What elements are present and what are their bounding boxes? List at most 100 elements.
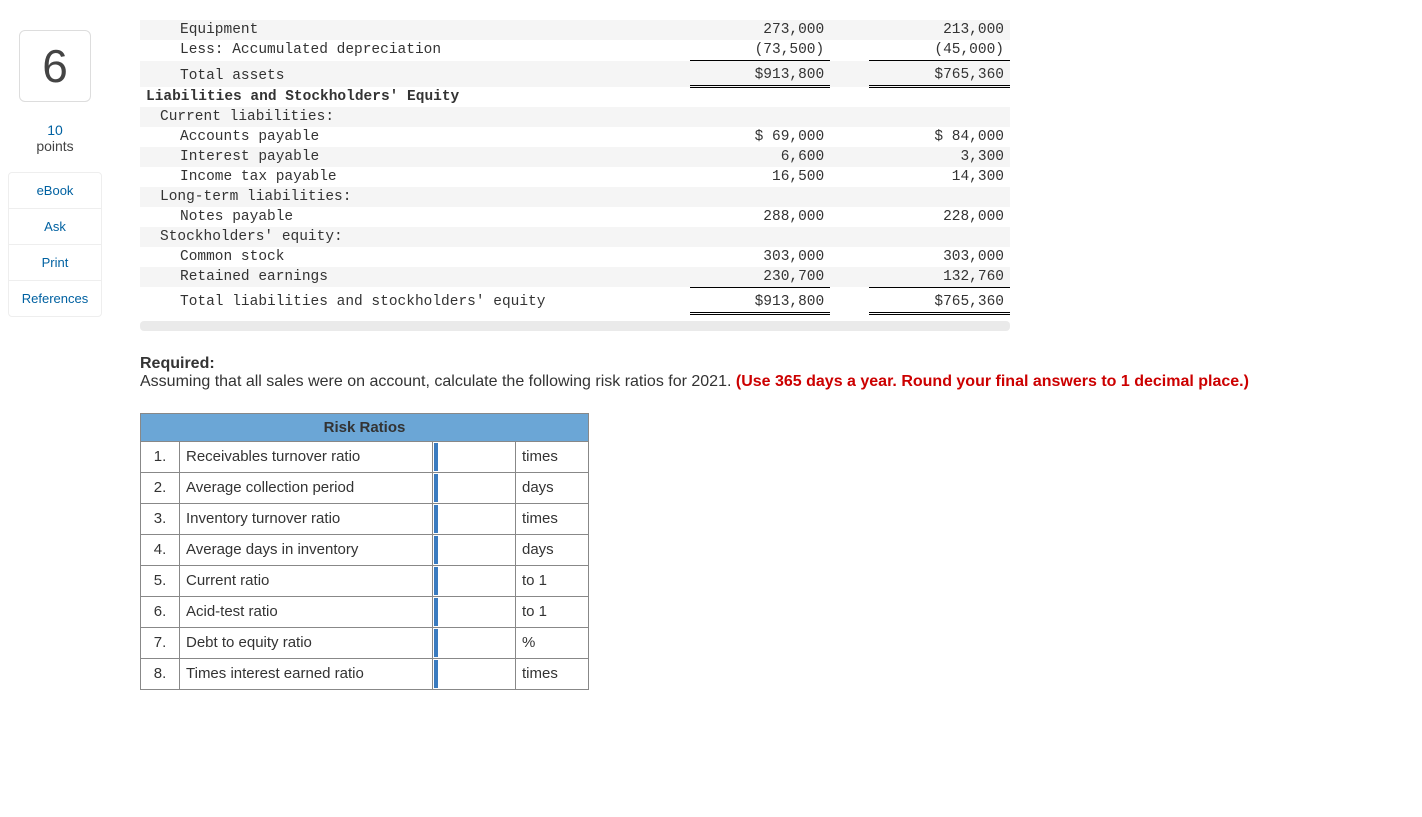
sidebar-link-references[interactable]: References (9, 281, 101, 316)
row-col1: $913,800 (690, 287, 831, 313)
row-col2 (869, 87, 1010, 107)
ratio-input[interactable] (434, 505, 514, 533)
ratio-input-cell (433, 534, 516, 565)
points-block: 10 points (0, 122, 110, 154)
row-col2: $765,360 (869, 287, 1010, 313)
ratio-number: 5. (141, 565, 180, 596)
ratio-input-cell (433, 658, 516, 689)
ratio-row: 2.Average collection period days (141, 472, 589, 503)
ratio-input[interactable] (434, 629, 514, 657)
row-col1: 288,000 (690, 207, 831, 227)
ratio-input[interactable] (434, 660, 514, 688)
table-row: Liabilities and Stockholders' Equity (140, 87, 1010, 107)
ratios-header: Risk Ratios (141, 413, 589, 441)
ratio-label: Inventory turnover ratio (180, 503, 433, 534)
row-col1 (690, 227, 831, 247)
ratio-input[interactable] (434, 536, 514, 564)
risk-ratios-table: Risk Ratios 1.Receivables turnover ratio… (140, 413, 589, 690)
row-description: Current liabilities: (140, 107, 662, 127)
sidebar-link-ask[interactable]: Ask (9, 209, 101, 245)
row-col2: (45,000) (869, 40, 1010, 61)
ratio-unit: to 1 (516, 596, 589, 627)
ratio-input-cell (433, 596, 516, 627)
row-col2: 132,760 (869, 267, 1010, 288)
ratio-input-cell (433, 472, 516, 503)
row-col1: $913,800 (690, 61, 831, 87)
row-col1 (690, 187, 831, 207)
row-col1: 16,500 (690, 167, 831, 187)
ratio-input-cell (433, 503, 516, 534)
table-row: Accounts payable$ 69,000$ 84,000 (140, 127, 1010, 147)
ratio-number: 1. (141, 441, 180, 472)
row-description: Total assets (140, 61, 662, 87)
table-row: Notes payable 288,000 228,000 (140, 207, 1010, 227)
row-col2 (869, 107, 1010, 127)
ratio-label: Average collection period (180, 472, 433, 503)
row-col1: 230,700 (690, 267, 831, 288)
row-col1: 273,000 (690, 20, 831, 40)
table-row: Equipment 273,000 213,000 (140, 20, 1010, 40)
ratio-unit: % (516, 627, 589, 658)
ratio-unit: times (516, 658, 589, 689)
main-content: Equipment273,000213,000Less: Accumulated… (110, 0, 1422, 730)
row-col1: 6,600 (690, 147, 831, 167)
ratio-row: 3.Inventory turnover ratiotimes (141, 503, 589, 534)
table-row: Less: Accumulated depreciation (73,500) (4… (140, 40, 1010, 61)
sidebar-link-ebook[interactable]: eBook (9, 173, 101, 209)
row-col1: $ 69,000 (690, 127, 831, 147)
sidebar-links: eBook Ask Print References (8, 172, 102, 317)
required-text-plain: Assuming that all sales were on account,… (140, 373, 736, 390)
table-row: Common stock 303,000 303,000 (140, 247, 1010, 267)
row-col2: 14,300 (869, 167, 1010, 187)
sidebar-link-print[interactable]: Print (9, 245, 101, 281)
ratio-unit: days (516, 472, 589, 503)
table-row: Retained earnings 230,700 132,760 (140, 267, 1010, 288)
ratio-row: 8.Times interest earned ratio times (141, 658, 589, 689)
ratio-unit: times (516, 441, 589, 472)
required-block: Required: Assuming that all sales were o… (140, 355, 1340, 391)
row-description: Long-term liabilities: (140, 187, 662, 207)
table-row: Current liabilities: (140, 107, 1010, 127)
ratio-row: 7.Debt to equity ratio% (141, 627, 589, 658)
table-row: Interest payable6,6003,300 (140, 147, 1010, 167)
row-description: Equipment (140, 20, 662, 40)
row-description: Less: Accumulated depreciation (140, 40, 662, 61)
ratio-row: 6.Acid-test ratioto 1 (141, 596, 589, 627)
row-col2: 213,000 (869, 20, 1010, 40)
table-row: Stockholders' equity: (140, 227, 1010, 247)
row-description: Retained earnings (140, 267, 662, 288)
ratio-label: Times interest earned ratio (180, 658, 433, 689)
ratio-label: Debt to equity ratio (180, 627, 433, 658)
points-value: 10 (0, 122, 110, 138)
ratio-row: 1.Receivables turnover ratiotimes (141, 441, 589, 472)
table-row: Long-term liabilities: (140, 187, 1010, 207)
row-description: Notes payable (140, 207, 662, 227)
row-description: Stockholders' equity: (140, 227, 662, 247)
ratio-unit: days (516, 534, 589, 565)
row-col2: 228,000 (869, 207, 1010, 227)
ratio-input-cell (433, 565, 516, 596)
ratio-input[interactable] (434, 474, 514, 502)
row-col2: 3,300 (869, 147, 1010, 167)
row-col2: $ 84,000 (869, 127, 1010, 147)
table-scrollbar[interactable] (140, 321, 1010, 331)
row-description: Total liabilities and stockholders' equi… (140, 287, 662, 313)
row-col1 (690, 107, 831, 127)
question-number-box: 6 (19, 30, 91, 102)
sidebar: 6 10 points eBook Ask Print References (0, 0, 110, 730)
row-col1: (73,500) (690, 40, 831, 61)
ratio-number: 8. (141, 658, 180, 689)
row-description: Common stock (140, 247, 662, 267)
row-col1: 303,000 (690, 247, 831, 267)
ratio-label: Current ratio (180, 565, 433, 596)
required-text-red: (Use 365 days a year. Round your final a… (736, 373, 1249, 390)
points-label: points (0, 138, 110, 154)
ratio-number: 2. (141, 472, 180, 503)
ratio-label: Average days in inventory (180, 534, 433, 565)
row-description: Income tax payable (140, 167, 662, 187)
ratio-row: 5.Current ratioto 1 (141, 565, 589, 596)
ratio-input[interactable] (434, 567, 514, 595)
row-col2: 303,000 (869, 247, 1010, 267)
ratio-input[interactable] (434, 598, 514, 626)
ratio-input[interactable] (434, 443, 514, 471)
